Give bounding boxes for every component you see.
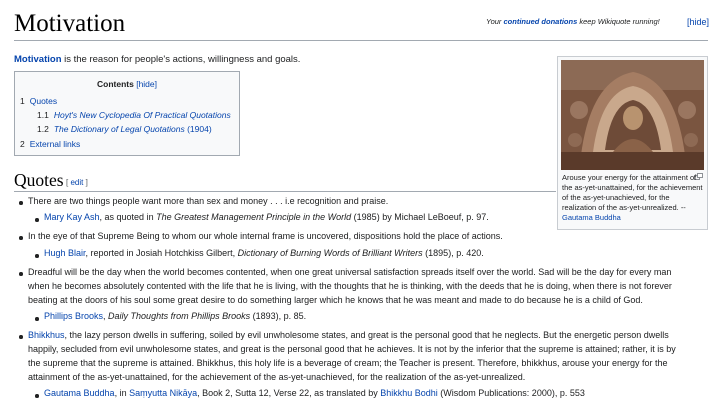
- toc-item-external-links[interactable]: 2 External links: [20, 139, 80, 149]
- motivation-link[interactable]: Motivation: [14, 54, 62, 65]
- bhikkhu-bodhi-link[interactable]: Bhikkhu Bodhi: [380, 388, 438, 398]
- author-link-phillips-brooks[interactable]: Phillips Brooks: [44, 311, 103, 321]
- quote-line: the supreme that the supreme is attained…: [28, 358, 668, 368]
- quote-line: when he becomes absolutely contented wit…: [28, 281, 672, 291]
- painting-art: [561, 60, 704, 170]
- quote-line: Dreadful will be the day when the world …: [28, 267, 672, 277]
- section-heading-quotes: Quotes: [14, 170, 64, 190]
- bhikkhus-link[interactable]: Bhikkhus: [28, 330, 65, 340]
- page-title: Motivation: [14, 10, 126, 37]
- quote-line: happily, secluded from evil unwholesome …: [28, 344, 676, 354]
- quote-bullet: [19, 201, 23, 205]
- toc-item-legal-dictionary[interactable]: 1.2 The Dictionary of Legal Quotations (1…: [37, 124, 212, 134]
- author-link-mary-kay-ash[interactable]: Mary Kay Ash: [44, 212, 100, 222]
- thumbnail-caption: Arouse your energy for the attainment of…: [562, 173, 703, 222]
- intro-paragraph: Motivation is the reason for people's ac…: [14, 54, 301, 65]
- quote-line: attainment of the as-yet-unattained, for…: [28, 372, 526, 382]
- quote-attribution: Hugh Blair, reported in Josiah Hotchkiss…: [44, 248, 484, 258]
- toc-item-hoyts[interactable]: 1.1 Hoyt's New Cyclopedia Of Practical Qu…: [37, 110, 231, 120]
- quote-bullet: [19, 335, 23, 339]
- attribution-bullet: [35, 317, 39, 321]
- title-divider: [14, 40, 708, 41]
- quote-attribution: Phillips Brooks, Daily Thoughts from Phi…: [44, 311, 307, 321]
- toc-title: Contents [hide]: [96, 79, 157, 89]
- quote-bullet: [19, 236, 23, 240]
- attribution-bullet: [35, 394, 39, 398]
- thumbnail-box: Arouse your energy for the attainment of…: [557, 56, 708, 230]
- quote-line: Bhikkhus, the lazy person dwells in suff…: [28, 330, 669, 340]
- buddha-painting-image[interactable]: [561, 60, 704, 170]
- quote-text: There are two things people want more th…: [28, 196, 389, 206]
- attribution-bullet: [35, 218, 39, 222]
- quote-attribution: Gautama Buddha, in Saṃyutta Nikāya, Book…: [44, 388, 585, 398]
- samyutta-nikaya-link[interactable]: Saṃyutta Nikāya: [129, 388, 197, 398]
- toc-hide-link[interactable]: [hide]: [136, 79, 157, 89]
- donations-link[interactable]: continued donations: [504, 17, 578, 26]
- donation-notice: Your continued donations keep Wikiquote …: [486, 17, 660, 26]
- section-divider: [14, 191, 556, 192]
- quote-line: beating at the doors of his soul some gr…: [28, 295, 643, 305]
- caption-buddha-link[interactable]: Gautama Buddha: [562, 213, 621, 222]
- author-link-gautama-buddha[interactable]: Gautama Buddha: [44, 388, 115, 398]
- quote-attribution: Mary Kay Ash, as quoted in The Greatest …: [44, 212, 489, 222]
- attribution-bullet: [35, 254, 39, 258]
- quote-text: In the eye of that Supreme Being to whom…: [28, 231, 503, 241]
- toc-item-quotes[interactable]: 1 Quotes: [20, 96, 57, 106]
- edit-link[interactable]: edit: [70, 178, 83, 187]
- quote-bullet: [19, 272, 23, 276]
- author-link-hugh-blair[interactable]: Hugh Blair: [44, 248, 86, 258]
- hide-notice-link[interactable]: [hide]: [687, 17, 709, 27]
- table-of-contents: Contents [hide] 1 Quotes 1.1 Hoyt's New Cy…: [14, 71, 240, 156]
- section-edit: [ edit ]: [66, 178, 88, 187]
